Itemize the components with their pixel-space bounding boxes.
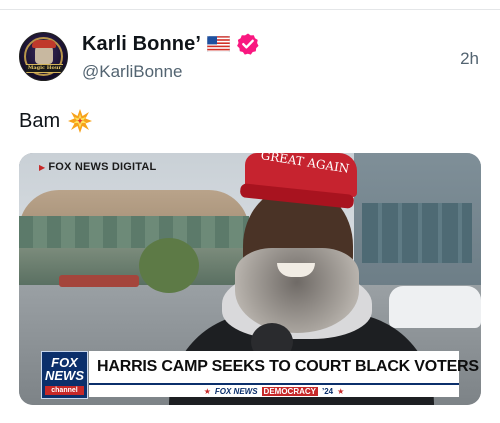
author-handle[interactable]: @KarliBonne [82,62,182,82]
post-media-image[interactable]: GREAT AGAIN ▶ FOX NEWS DIGITAL FOX NEWS c… [19,153,481,405]
post-text-content: Bam [19,109,61,132]
author-display-name[interactable]: Karli Bonne’ [82,33,201,56]
media-white-car [389,286,481,328]
media-tree [139,238,199,293]
collision-icon [68,109,93,133]
news-sub-bar: ★ FOX NEWS DEMOCRACY ’24 ★ [89,383,459,397]
author-name-row[interactable]: Karli Bonne’ [82,31,260,57]
top-divider [0,9,500,10]
media-stadium-windows [19,216,249,248]
avatar-hat [32,40,56,48]
star-icon: ★ [337,386,345,396]
news-lower-third: FOX NEWS channel HARRIS CAMP SEEKS TO CO… [41,351,479,399]
news-headline: HARRIS CAMP SEEKS TO COURT BLACK VOTERS [97,358,479,375]
media-red-car [59,275,139,287]
fox-news-logo: FOX NEWS channel [41,351,88,399]
media-watermark-text: FOX NEWS DIGITAL [48,161,157,173]
media-watermark: ▶ FOX NEWS DIGITAL [39,161,156,173]
fox-logo-line2: NEWS [45,368,84,383]
subbar-tag: DEMOCRACY [261,386,318,396]
verified-badge-icon[interactable] [236,32,260,56]
us-flag-icon [207,36,230,52]
play-triangle-icon: ▶ [39,163,46,172]
post-timestamp[interactable]: 2h [460,49,479,69]
avatar-banner-text: Magic Hour [27,65,62,71]
star-icon: ★ [203,386,211,396]
author-avatar[interactable]: Magic Hour [19,32,68,81]
fox-logo-line3: channel [45,386,84,395]
headline-bar: HARRIS CAMP SEEKS TO COURT BLACK VOTERS [89,351,479,383]
post-text: Bam [19,108,93,134]
subbar-brand: FOX NEWS [214,386,258,396]
subbar-year: ’24 [322,386,334,396]
media-building [354,153,481,293]
media-person-beard [235,248,359,333]
